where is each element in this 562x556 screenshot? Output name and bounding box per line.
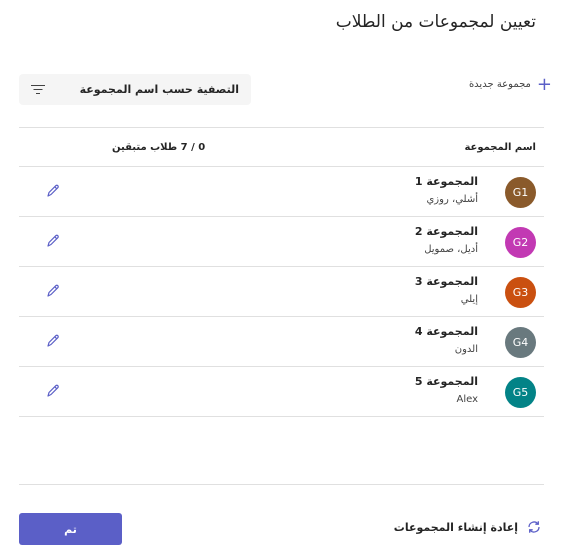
- group-members: إيلي: [460, 294, 478, 305]
- avatar: G1: [505, 177, 536, 208]
- group-members: أديل، صمويل: [424, 244, 478, 255]
- done-button[interactable]: تم: [19, 513, 122, 545]
- group-name: المجموعة 3: [414, 275, 478, 288]
- sort-by-group-name-button[interactable]: التصفية حسب اسم المجموعة: [19, 74, 251, 105]
- table-row: G4 المجموعة 4 الدون: [19, 317, 544, 367]
- group-name: المجموعة 1: [414, 175, 478, 188]
- group-members: الدون: [454, 344, 478, 355]
- avatar: G3: [505, 277, 536, 308]
- page-title: تعيين لمجموعات من الطلاب: [335, 12, 536, 32]
- regenerate-label: إعادة إنشاء المجموعات: [393, 520, 518, 534]
- add-group-button[interactable]: + مجموعة جديدة: [469, 76, 552, 94]
- refresh-icon: [528, 521, 540, 533]
- sort-label: التصفية حسب اسم المجموعة: [79, 83, 239, 96]
- plus-icon: +: [536, 74, 552, 95]
- edit-pencil-icon[interactable]: [45, 183, 61, 199]
- filter-icon: [31, 84, 45, 95]
- group-members: Alex: [456, 394, 478, 405]
- group-name: المجموعة 2: [414, 225, 478, 238]
- avatar: G2: [505, 227, 536, 258]
- table-row: G2 المجموعة 2 أديل، صمويل: [19, 217, 544, 267]
- add-group-label: مجموعة جديدة: [468, 79, 531, 90]
- avatar: G5: [505, 377, 536, 408]
- group-members: أشلي، روزي: [426, 194, 478, 205]
- column-header-remaining: 0 / 7 طلاب متبقين: [112, 142, 206, 153]
- avatar: G4: [505, 327, 536, 358]
- table-row: G1 المجموعة 1 أشلي، روزي: [19, 167, 544, 217]
- column-header-group-name: اسم المجموعة: [464, 142, 536, 153]
- edit-pencil-icon[interactable]: [45, 383, 61, 399]
- group-name: المجموعة 5: [414, 375, 478, 388]
- table-row: G3 المجموعة 3 إيلي: [19, 267, 544, 317]
- table-row: G5 المجموعة 5 Alex: [19, 367, 544, 417]
- header-divider: [19, 127, 544, 128]
- group-name: المجموعة 4: [414, 325, 478, 338]
- regenerate-groups-button[interactable]: إعادة إنشاء المجموعات: [394, 519, 542, 535]
- edit-pencil-icon[interactable]: [45, 233, 61, 249]
- edit-pencil-icon[interactable]: [45, 333, 61, 349]
- edit-pencil-icon[interactable]: [45, 283, 61, 299]
- footer-divider: [19, 484, 544, 485]
